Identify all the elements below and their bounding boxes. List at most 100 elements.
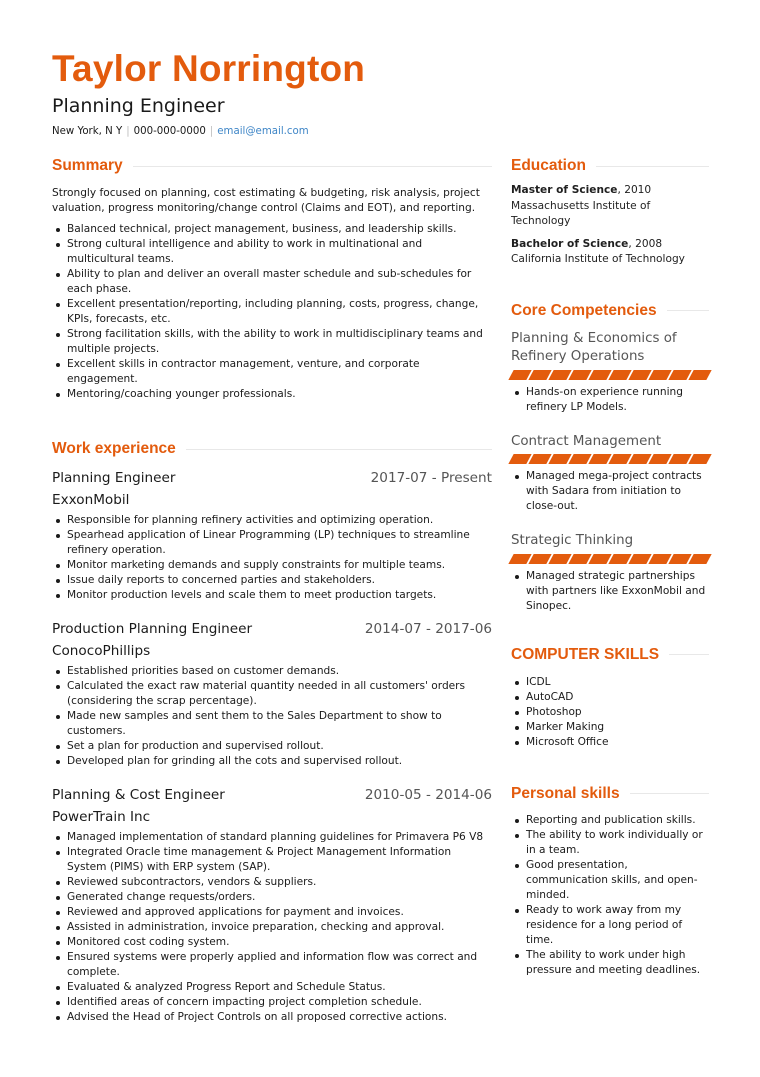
section-heading: Core Competencies [511, 300, 709, 322]
job-bullet: Evaluated & analyzed Progress Report and… [52, 980, 492, 995]
job-title: Production Planning Engineer [52, 621, 253, 637]
job-bullet: Reviewed subcontractors, vendors & suppl… [52, 875, 492, 890]
computer-skills-section: COMPUTER SKILLS ICDL AutoCAD Photoshop Mark… [511, 644, 709, 750]
job-title: Planning & Cost Engineer [52, 787, 225, 803]
education-entry: Master of Science, 2010 Massachusetts Ins… [511, 183, 709, 230]
job-bullet: Set a plan for production and supervised… [52, 739, 492, 754]
job-bullet: Monitor marketing demands and supply con… [52, 558, 492, 573]
computer-skills-list: ICDL AutoCAD Photoshop Marker Making Microso… [511, 675, 709, 750]
degree: Master of Science [511, 184, 618, 196]
section-divider [132, 165, 492, 167]
education-section: Education Master of Science, 2010 Massach… [511, 155, 709, 268]
job-header: Planning & Cost Engineer 2010-05 - 2014-0… [52, 785, 492, 805]
section-divider [666, 310, 709, 311]
core-competencies-section: Core Competencies Planning & Economics o… [508, 300, 712, 614]
summary-bullet: Ability to plan and deliver an overall m… [52, 267, 492, 297]
job-company: ExxonMobil [52, 492, 130, 508]
graduation-year: , 2008 [628, 237, 663, 250]
main-column: Summary Strongly focused on planning, co… [52, 155, 492, 1025]
competency-name: Strategic Thinking [511, 533, 634, 548]
job-dates: 2014-07 - 2017-06 [364, 621, 492, 637]
personal-skill-item: The ability to work individually or in a… [511, 828, 709, 858]
section-heading: Education [511, 155, 709, 177]
summary-bullet: Excellent skills in contractor managemen… [52, 357, 492, 387]
job-company: PowerTrain Inc [52, 809, 151, 825]
competency-name: Contract Management [511, 433, 662, 449]
job-entry: Planning Engineer 2017-07 - Present ExxonM… [52, 468, 492, 603]
computer-skill-item: AutoCAD [511, 690, 709, 705]
skill-segment-filled [688, 454, 712, 464]
skill-level-bar [508, 454, 712, 464]
summary-heading: Summary [52, 157, 123, 174]
job-entry: Production Planning Engineer 2014-07 - 20… [52, 619, 492, 769]
job-bullets: Established priorities based on customer… [52, 664, 492, 769]
competency-entry: Planning & Economics of Refinery Operati… [508, 330, 712, 415]
candidate-name: Taylor Norrington [52, 48, 366, 89]
computer-skill-item: Photoshop [511, 705, 709, 720]
work-experience-heading: Work experience [52, 440, 176, 457]
section-heading: COMPUTER SKILLS [511, 644, 709, 666]
summary-bullet: Strong facilitation skills, with the abi… [52, 327, 492, 357]
location: New York, N Y [52, 126, 123, 137]
job-bullet: Responsible for planning refinery activi… [52, 513, 492, 528]
competency-bullets: Managed strategic partnerships with part… [511, 569, 709, 614]
school: Massachusetts Institute of Technology [511, 199, 651, 228]
contact-separator: | [126, 126, 130, 137]
section-divider [595, 165, 709, 167]
job-title: Planning Engineer [52, 470, 176, 486]
competency-bullets: Hands-on experience running refinery LP … [511, 385, 709, 415]
personal-skill-item: Ready to work away from my residence for… [511, 903, 709, 948]
job-entry: Planning & Cost Engineer 2010-05 - 2014-0… [52, 785, 492, 1025]
degree: Bachelor of Science [511, 237, 629, 250]
job-bullet: Generated change requests/orders. [52, 890, 492, 905]
section-divider [669, 654, 709, 655]
job-bullet: Integrated Oracle time management & Proj… [52, 845, 492, 875]
job-dates: 2010-05 - 2014-06 [364, 787, 492, 803]
job-company: ConocoPhillips [52, 643, 151, 659]
section-divider [185, 448, 492, 450]
job-bullet: Managed implementation of standard plann… [52, 830, 492, 845]
computer-skill-item: Marker Making [511, 720, 709, 735]
job-bullet: Made new samples and sent them to the Sa… [52, 709, 492, 739]
job-bullet: Calculated the exact raw material quanti… [52, 679, 492, 709]
personal-skill-item: Reporting and publication skills. [511, 813, 709, 828]
job-bullet: Established priorities based on customer… [52, 664, 492, 679]
skill-level-bar [508, 553, 712, 564]
job-bullet: Spearhead application of Linear Programm… [52, 528, 492, 558]
education-heading: Education [511, 157, 586, 174]
job-header: Production Planning Engineer 2014-07 - 20… [52, 619, 492, 639]
summary-bullet: Mentoring/coaching younger professionals… [52, 387, 492, 402]
competency-bullet: Managed strategic partnerships with part… [511, 569, 709, 614]
summary-section: Summary Strongly focused on planning, co… [52, 155, 492, 402]
skill-segment-filled [688, 553, 712, 564]
competency-entry: Strategic Thinking Managed strategic part… [508, 532, 712, 614]
personal-skills-list: Reporting and publication skills. The abi… [511, 813, 709, 978]
degree-line: Master of Science, 2010 [511, 183, 709, 199]
job-bullet: Developed plan for grinding all the cots… [52, 754, 492, 769]
competency-bullet: Managed mega-project contracts with Sada… [511, 469, 709, 514]
phone: 000-000-0000 [133, 126, 206, 137]
summary-bullet: Balanced technical, project management, … [52, 222, 492, 237]
contact-separator: | [209, 126, 214, 137]
contact-line: New York, N Y | 000-000-0000 | email@email.c… [52, 124, 712, 140]
personal-skills-section: Personal skills Reporting and publicatio… [511, 783, 709, 978]
computer-skills-heading: COMPUTER SKILLS [511, 645, 660, 663]
school: California Institute of Technology [511, 253, 685, 265]
job-bullet: Identified areas of concern impacting pr… [52, 995, 492, 1010]
competency-entry: Contract Management Managed mega-project … [508, 433, 712, 515]
section-heading: Work experience [52, 438, 492, 460]
job-list: Planning Engineer 2017-07 - Present ExxonM… [52, 468, 492, 1025]
job-header: Planning Engineer 2017-07 - Present [52, 468, 492, 488]
resume-header: Taylor Norrington Planning Engineer New … [52, 46, 712, 140]
job-bullet: Advised the Head of Project Controls on … [52, 1010, 492, 1025]
section-heading: Personal skills [511, 783, 709, 805]
summary-bullet: Strong cultural intelligence and ability… [52, 237, 492, 267]
email-link[interactable]: email@email.com [217, 126, 308, 137]
education-list: Master of Science, 2010 Massachusetts Ins… [511, 183, 709, 268]
job-bullets: Managed implementation of standard plann… [52, 830, 492, 1025]
summary-bullet: Excellent presentation/reporting, includ… [52, 297, 492, 327]
job-bullet: Reviewed and approved applications for p… [52, 905, 492, 920]
job-bullet: Ensured systems were properly applied an… [52, 950, 492, 980]
section-heading: Summary [52, 155, 492, 177]
job-bullet: Monitored cost coding system. [52, 935, 492, 950]
